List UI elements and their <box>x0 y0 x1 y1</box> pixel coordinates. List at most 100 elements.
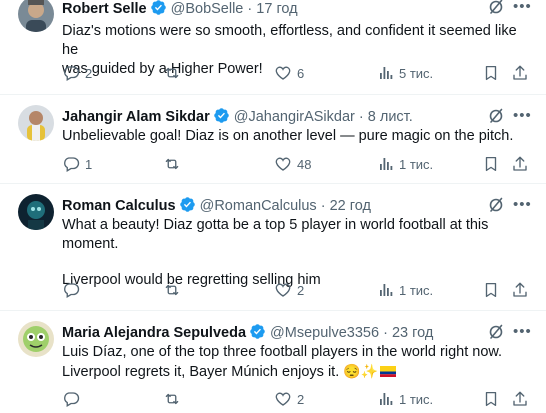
user-handle[interactable]: @Msepulve3356 <box>270 325 379 341</box>
like-count: 6 <box>297 65 305 81</box>
like-count: 2 <box>297 282 305 298</box>
tweet-header: Maria Alejandra Sepulveda @Msepulve3356 ·… <box>62 323 506 341</box>
share-button[interactable] <box>511 389 529 409</box>
like-button[interactable]: 2 <box>274 280 304 300</box>
views-button[interactable]: 1 тис. <box>378 280 433 300</box>
like-button[interactable]: 6 <box>274 63 304 83</box>
retweet-button[interactable] <box>163 389 186 409</box>
display-name[interactable]: Robert Selle <box>62 1 147 17</box>
views-icon <box>378 282 394 298</box>
reply-feed: Robert Selle @BobSelle · 17 год ••• Diaz'… <box>0 0 546 413</box>
verified-badge-icon <box>179 196 196 218</box>
bookmark-icon <box>482 64 500 82</box>
tweet-header: Robert Selle @BobSelle · 17 год <box>62 0 506 17</box>
display-name[interactable]: Roman Calculus <box>62 198 176 214</box>
user-handle[interactable]: @JahangirASikdar <box>234 109 355 125</box>
reply-count: 2 <box>85 65 93 81</box>
display-name[interactable]: Jahangir Alam Sikdar <box>62 109 210 125</box>
bookmark-button[interactable] <box>482 280 500 300</box>
retweet-button[interactable] <box>163 280 186 300</box>
tweet-actions: 1 48 1 тис. <box>62 154 532 174</box>
tweet-text-line: Unbelievable goal! Diaz is on another le… <box>62 128 514 144</box>
tweet-text-line: What a beauty! Diaz gotta be a top 5 pla… <box>62 217 489 252</box>
retweet-icon <box>163 281 181 299</box>
retweet-icon <box>163 155 181 173</box>
tweet-text: What a beauty! Diaz gotta be a top 5 pla… <box>62 216 532 290</box>
timestamp[interactable]: 17 год <box>256 1 297 17</box>
bookmark-icon <box>482 390 500 408</box>
bookmark-button[interactable] <box>482 63 500 83</box>
like-button[interactable]: 2 <box>274 389 304 409</box>
display-name[interactable]: Maria Alejandra Sepulveda <box>62 325 246 341</box>
like-count: 48 <box>297 156 312 172</box>
user-handle[interactable]: @RomanCalculus <box>200 198 317 214</box>
separator-dot: · <box>358 109 364 125</box>
views-count: 1 тис. <box>399 156 434 172</box>
bookmark-button[interactable] <box>482 154 500 174</box>
like-icon <box>274 281 292 299</box>
reply-count: 1 <box>85 156 93 172</box>
like-icon <box>274 64 292 82</box>
views-count: 5 тис. <box>399 65 434 81</box>
verified-badge-icon <box>150 0 167 21</box>
user-handle[interactable]: @BobSelle <box>171 1 244 17</box>
tweet-actions: 2 1 тис. <box>62 280 532 300</box>
avatar[interactable] <box>18 0 54 32</box>
reply-icon <box>62 64 80 82</box>
more-options-icon[interactable]: ••• <box>513 108 533 127</box>
timestamp[interactable]: 22 год <box>330 198 371 214</box>
tweet-text-segment: Liverpool regrets it, Bayer Múnich enjoy… <box>62 364 344 380</box>
bookmark-button[interactable] <box>482 389 500 409</box>
bookmark-icon <box>482 155 500 173</box>
reply-icon <box>62 155 80 173</box>
reply-button[interactable] <box>62 389 85 409</box>
share-button[interactable] <box>511 63 529 83</box>
tweet-text-line: Liverpool regrets it, Bayer Múnich enjoy… <box>62 362 532 382</box>
grok-icon[interactable] <box>488 0 504 15</box>
grok-icon[interactable] <box>488 324 504 340</box>
retweet-button[interactable] <box>163 154 186 174</box>
tweet[interactable]: Robert Selle @BobSelle · 17 год ••• Diaz'… <box>0 0 546 95</box>
timestamp[interactable]: 8 лист. <box>368 109 413 125</box>
tweet-text-line: Diaz's motions were so smooth, effortles… <box>62 23 517 58</box>
views-count: 1 тис. <box>399 391 434 407</box>
like-icon <box>274 390 292 408</box>
avatar[interactable] <box>18 194 54 230</box>
emoji-sequence: 😔✨ <box>343 363 379 379</box>
reply-button[interactable]: 2 <box>62 63 92 83</box>
tweet[interactable]: Maria Alejandra Sepulveda @Msepulve3356 ·… <box>0 311 546 413</box>
tweet[interactable]: Roman Calculus @RomanCalculus · 22 год ••… <box>0 184 546 311</box>
reply-button[interactable] <box>62 280 85 300</box>
tweet-text: Luis Díaz, one of the top three football… <box>62 343 532 382</box>
retweet-button[interactable] <box>163 63 186 83</box>
avatar[interactable] <box>18 105 54 141</box>
verified-badge-icon <box>213 107 230 129</box>
grok-icon[interactable] <box>488 197 504 213</box>
tweet-header: Roman Calculus @RomanCalculus · 22 год <box>62 196 506 214</box>
avatar[interactable] <box>18 321 54 357</box>
tweet-actions: 2 6 5 тис. <box>62 63 532 83</box>
reply-button[interactable]: 1 <box>62 154 92 174</box>
tweet-header: Jahangir Alam Sikdar @JahangirASikdar · 8… <box>62 107 506 125</box>
share-button[interactable] <box>511 280 529 300</box>
more-options-icon[interactable]: ••• <box>513 0 533 18</box>
views-button[interactable]: 1 тис. <box>378 154 433 174</box>
views-button[interactable]: 1 тис. <box>378 389 433 409</box>
grok-icon[interactable] <box>488 108 504 124</box>
timestamp[interactable]: 23 год <box>392 325 433 341</box>
tweet[interactable]: Jahangir Alam Sikdar @JahangirASikdar · 8… <box>0 95 546 184</box>
views-icon <box>378 391 394 407</box>
tweet-text-line: Luis Díaz, one of the top three football… <box>62 344 503 360</box>
share-button[interactable] <box>511 154 529 174</box>
like-button[interactable]: 48 <box>274 154 311 174</box>
views-button[interactable]: 5 тис. <box>378 63 433 83</box>
views-count: 1 тис. <box>399 282 434 298</box>
more-options-icon[interactable]: ••• <box>513 197 533 216</box>
verified-badge-icon <box>249 323 266 345</box>
more-options-icon[interactable]: ••• <box>513 324 533 343</box>
share-icon <box>511 155 529 173</box>
like-count: 2 <box>297 391 305 407</box>
retweet-icon <box>163 64 181 82</box>
views-icon <box>378 156 394 172</box>
